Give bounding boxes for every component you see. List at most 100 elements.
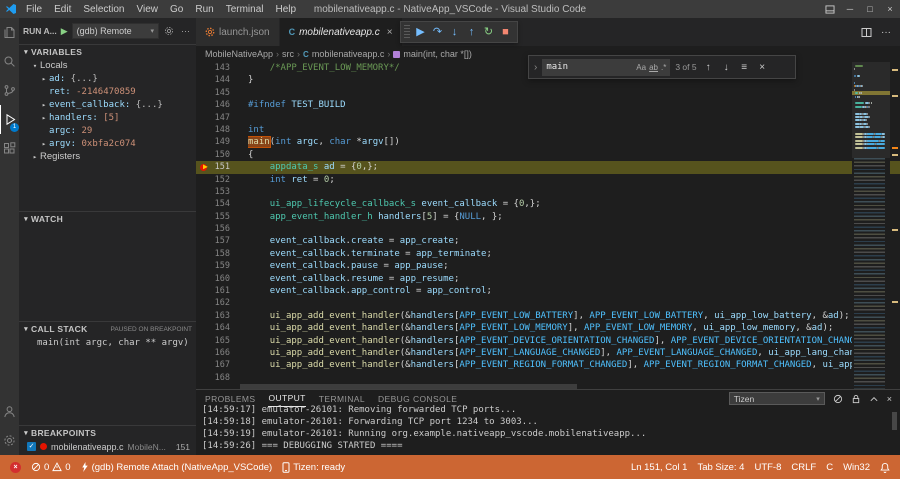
- line-number[interactable]: 167: [215, 359, 230, 371]
- maximize-panel-icon[interactable]: [869, 395, 879, 403]
- line-number[interactable]: 156: [215, 223, 230, 235]
- gutter[interactable]: 156: [196, 223, 240, 235]
- split-editor-icon[interactable]: [861, 27, 872, 38]
- explorer-icon[interactable]: [0, 18, 19, 47]
- variable-row[interactable]: argc: 29: [19, 124, 196, 137]
- gutter[interactable]: 154: [196, 198, 240, 210]
- gutter[interactable]: 158: [196, 248, 240, 260]
- overview-ruler[interactable]: [890, 62, 900, 389]
- code-line[interactable]: ▶151 appdata_s ad = {0,};: [196, 161, 900, 173]
- variable-row[interactable]: ▸argv: 0xbfa2c074: [19, 137, 196, 150]
- variable-row[interactable]: ret: -2146470859: [19, 85, 196, 98]
- line-number[interactable]: 153: [215, 186, 230, 198]
- gutter[interactable]: 167: [196, 359, 240, 371]
- line-number[interactable]: 147: [215, 112, 230, 124]
- scope-row[interactable]: ▸Registers: [19, 150, 196, 163]
- code-line[interactable]: 155 app_event_handler_h handlers[5] = {N…: [196, 211, 900, 223]
- variable-row[interactable]: ▸ad: {...}: [19, 72, 196, 85]
- notifications-bell-icon[interactable]: [875, 455, 895, 479]
- line-number[interactable]: 161: [215, 285, 230, 297]
- code-line[interactable]: 159 event_callback.pause = app_pause;: [196, 260, 900, 272]
- line-number[interactable]: 166: [215, 347, 230, 359]
- breadcrumb-item[interactable]: src: [282, 49, 294, 59]
- gutter[interactable]: 144: [196, 74, 240, 86]
- menu-go[interactable]: Go: [164, 0, 189, 18]
- line-number[interactable]: 164: [215, 322, 230, 334]
- status-eol[interactable]: CRLF: [786, 455, 821, 479]
- regex-icon[interactable]: .*: [661, 63, 666, 72]
- gutter[interactable]: 163: [196, 310, 240, 322]
- debug-session-indicator[interactable]: (gdb) Remote Attach (NativeApp_VSCode): [76, 455, 278, 479]
- line-number[interactable]: 143: [215, 62, 230, 74]
- code-line[interactable]: 165 ui_app_add_event_handler(&handlers[A…: [196, 335, 900, 347]
- maximize-button[interactable]: □: [860, 0, 880, 18]
- status-cursor-position[interactable]: Ln 151, Col 1: [626, 455, 693, 479]
- gutter[interactable]: 145: [196, 87, 240, 99]
- breadcrumb-item[interactable]: Cmobilenativeapp.c: [303, 49, 384, 59]
- code-line[interactable]: 148int: [196, 124, 900, 136]
- settings-gear-icon[interactable]: [0, 426, 19, 455]
- menu-view[interactable]: View: [131, 0, 165, 18]
- line-number[interactable]: 146: [215, 99, 230, 111]
- gutter[interactable]: 150: [196, 149, 240, 161]
- minimize-button[interactable]: ─: [840, 0, 860, 18]
- lock-scroll-icon[interactable]: [851, 394, 861, 404]
- gutter[interactable]: 162: [196, 297, 240, 309]
- status-language-mode[interactable]: C: [821, 455, 838, 479]
- code-line[interactable]: 167 ui_app_add_event_handler(&handlers[A…: [196, 359, 900, 371]
- panel-scrollbar[interactable]: [892, 412, 897, 430]
- status-platform[interactable]: Win32: [838, 455, 875, 479]
- close-panel-icon[interactable]: ×: [887, 394, 892, 404]
- debug-gear-icon[interactable]: [162, 26, 176, 36]
- status-tab-size[interactable]: Tab Size: 4: [692, 455, 749, 479]
- gutter[interactable]: 148: [196, 124, 240, 136]
- sidebar-more-actions-icon[interactable]: ···: [179, 26, 192, 36]
- line-number[interactable]: 159: [215, 260, 230, 272]
- start-debugging-button[interactable]: ▶: [60, 26, 69, 37]
- code-line[interactable]: 164 ui_app_add_event_handler(&handlers[A…: [196, 322, 900, 334]
- line-number[interactable]: 162: [215, 297, 230, 309]
- line-number[interactable]: 151: [215, 161, 230, 173]
- find-input[interactable]: main Aa ab .*: [542, 59, 670, 76]
- gutter[interactable]: 153: [196, 186, 240, 198]
- gutter[interactable]: 166: [196, 347, 240, 359]
- line-number[interactable]: 145: [215, 87, 230, 99]
- breakpoints-section-header[interactable]: ▾ BREAKPOINTS: [19, 426, 196, 440]
- variable-row[interactable]: ▸event_callback: {...}: [19, 98, 196, 111]
- remote-indicator[interactable]: ×: [5, 455, 26, 479]
- code-line[interactable]: 152 int ret = 0;: [196, 174, 900, 186]
- close-button[interactable]: ×: [880, 0, 900, 18]
- code-line[interactable]: 163 ui_app_add_event_handler(&handlers[A…: [196, 310, 900, 322]
- find-toggle-chevron-icon[interactable]: ›: [534, 62, 537, 73]
- toolbar-drag-handle[interactable]: [404, 25, 410, 39]
- find-next-button[interactable]: ↓: [720, 62, 733, 73]
- menu-edit[interactable]: Edit: [48, 0, 77, 18]
- find-close-button[interactable]: ×: [756, 62, 769, 73]
- code-line[interactable]: 154 ui_app_lifecycle_callback_s event_ca…: [196, 198, 900, 210]
- code-line[interactable]: 157 event_callback.create = app_create;: [196, 235, 900, 247]
- gutter[interactable]: 147: [196, 112, 240, 124]
- continue-button[interactable]: ▶: [412, 22, 429, 42]
- code-line[interactable]: 153: [196, 186, 900, 198]
- step-into-button[interactable]: ↓: [446, 22, 463, 42]
- menu-selection[interactable]: Selection: [77, 0, 130, 18]
- line-number[interactable]: 155: [215, 211, 230, 223]
- breakpoint-checkbox[interactable]: ✓: [27, 442, 36, 451]
- line-number[interactable]: 154: [215, 198, 230, 210]
- menu-file[interactable]: File: [20, 0, 48, 18]
- gutter[interactable]: 149: [196, 136, 240, 148]
- match-case-icon[interactable]: Aa: [636, 63, 646, 72]
- line-number[interactable]: 148: [215, 124, 230, 136]
- line-number[interactable]: 150: [215, 149, 230, 161]
- menu-terminal[interactable]: Terminal: [220, 0, 270, 18]
- code-line[interactable]: 150{: [196, 149, 900, 161]
- debug-config-dropdown[interactable]: (gdb) Remote ▾: [72, 23, 159, 39]
- code-line[interactable]: 160 event_callback.resume = app_resume;: [196, 273, 900, 285]
- close-tab-icon[interactable]: ×: [387, 27, 393, 38]
- line-number[interactable]: 160: [215, 273, 230, 285]
- gutter[interactable]: 152: [196, 174, 240, 186]
- code-line[interactable]: 158 event_callback.terminate = app_termi…: [196, 248, 900, 260]
- stop-button[interactable]: ■: [497, 22, 514, 42]
- restart-button[interactable]: ↻: [480, 22, 497, 42]
- extensions-icon[interactable]: [0, 134, 19, 163]
